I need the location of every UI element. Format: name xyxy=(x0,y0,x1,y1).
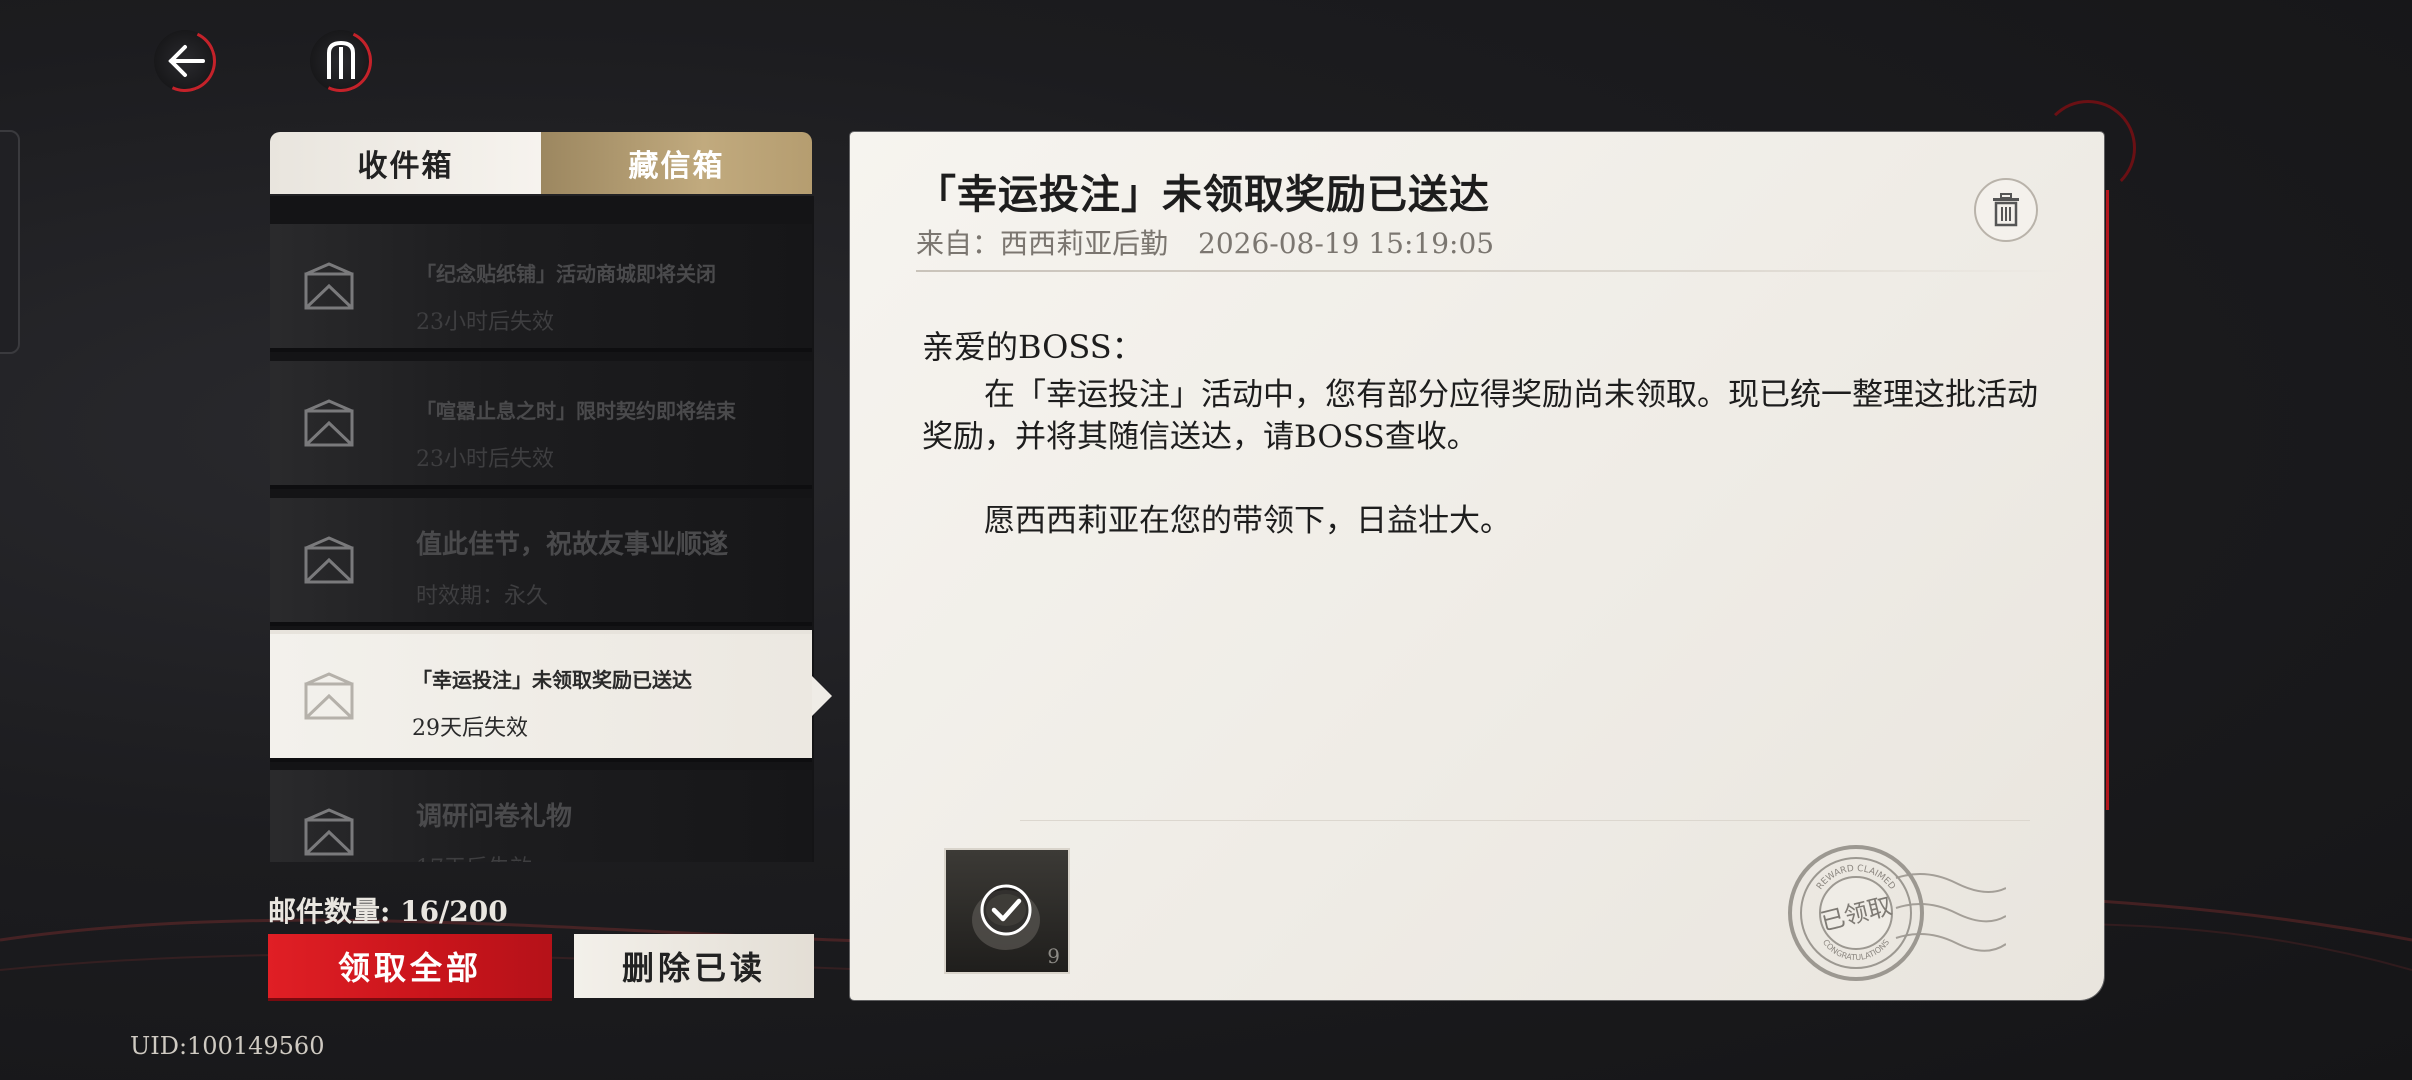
letter-red-edge xyxy=(2106,190,2109,810)
claim-all-button[interactable]: 领取全部 xyxy=(268,934,552,1001)
letter-paragraph: 愿西西莉亚在您的带领下，日益壮大。 xyxy=(984,503,1511,539)
check-icon xyxy=(980,884,1032,936)
envelope-icon xyxy=(304,808,354,856)
mail-item-title: 「纪念贴纸铺」活动商城即将关闭 xyxy=(416,262,716,286)
letter-body: 在「幸运投注」活动中，您有部分应得奖励尚未领取。现已统一整理这批活动奖励，并将其… xyxy=(922,374,2052,542)
mail-item-title: 「喧嚣止息之时」限时契约即将结束 xyxy=(416,399,736,423)
mail-item-expiry: 时效期：永久 xyxy=(416,584,549,609)
back-button[interactable] xyxy=(145,21,225,101)
letter-divider xyxy=(916,270,2066,272)
delete-read-button[interactable]: 删除已读 xyxy=(574,934,814,998)
left-edge-handle xyxy=(0,130,20,354)
envelope-open-icon xyxy=(304,672,354,720)
mail-item-expiry: 23小时后失效 xyxy=(416,310,554,335)
mail-item[interactable]: 「喧嚣止息之时」限时契约即将结束 23小时后失效 xyxy=(270,361,812,489)
attachment-divider xyxy=(1020,820,2030,821)
tab-inbox[interactable]: 收件箱 xyxy=(270,132,541,194)
mail-item-title: 「幸运投注」未领取奖励已送达 xyxy=(412,668,692,692)
mail-item[interactable]: 调研问卷礼物 17天后失效 xyxy=(270,770,812,862)
mail-list[interactable]: 「纪念贴纸铺」活动商城即将关闭 23小时后失效 「喧嚣止息之时」限时契约即将结束… xyxy=(270,196,814,862)
letter-sender-line: 来自：西西莉亚后勤 2026-08-19 15:19:05 xyxy=(916,222,1494,262)
reward-count: 9 xyxy=(1047,944,1060,968)
user-id: UID:100149560 xyxy=(130,1032,325,1060)
mail-item-title: 值此佳节，祝故友事业顺遂 xyxy=(416,530,729,560)
mail-item[interactable]: 「纪念贴纸铺」活动商城即将关闭 23小时后失效 xyxy=(270,224,812,352)
letter-sender: 来自：西西莉亚后勤 xyxy=(916,227,1169,260)
envelope-icon xyxy=(304,536,354,584)
mail-item-expiry: 17天后失效 xyxy=(416,850,532,862)
delete-mail-button[interactable] xyxy=(1974,178,2038,242)
mail-item-selected[interactable]: 「幸运投注」未领取奖励已送达 29天后失效 xyxy=(270,630,812,762)
envelope-icon xyxy=(304,399,354,447)
letter-date: 2026-08-19 15:19:05 xyxy=(1198,227,1495,260)
home-ring-decor xyxy=(301,21,381,101)
mail-count: 邮件数量: 16/200 xyxy=(268,895,508,928)
mail-item-title: 调研问卷礼物 xyxy=(416,802,573,832)
letter-title: 「幸运投注」未领取奖励已送达 xyxy=(916,171,1490,218)
letter-greeting: 亲爱的BOSS： xyxy=(922,328,1144,366)
back-ring-decor xyxy=(145,21,225,101)
home-button[interactable] xyxy=(301,21,381,101)
reward-item[interactable]: 9 xyxy=(944,848,1070,974)
tab-saved[interactable]: 藏信箱 xyxy=(541,132,812,194)
trash-icon xyxy=(1993,193,2019,227)
mail-item[interactable]: 值此佳节，祝故友事业顺遂 时效期：永久 xyxy=(270,498,812,626)
mail-item-expiry: 23小时后失效 xyxy=(416,447,554,472)
selection-pointer xyxy=(812,676,832,716)
claimed-stamp: REWARD CLAIMED CONGRATULATIONS 已领取 xyxy=(1788,845,2006,981)
envelope-icon xyxy=(304,262,354,310)
mailbox-tabs: 收件箱 藏信箱 xyxy=(270,132,812,194)
letter-paragraph: 在「幸运投注」活动中，您有部分应得奖励尚未领取。现已统一整理这批活动奖励，并将其… xyxy=(922,377,2038,455)
mail-item-expiry: 29天后失效 xyxy=(412,716,528,741)
